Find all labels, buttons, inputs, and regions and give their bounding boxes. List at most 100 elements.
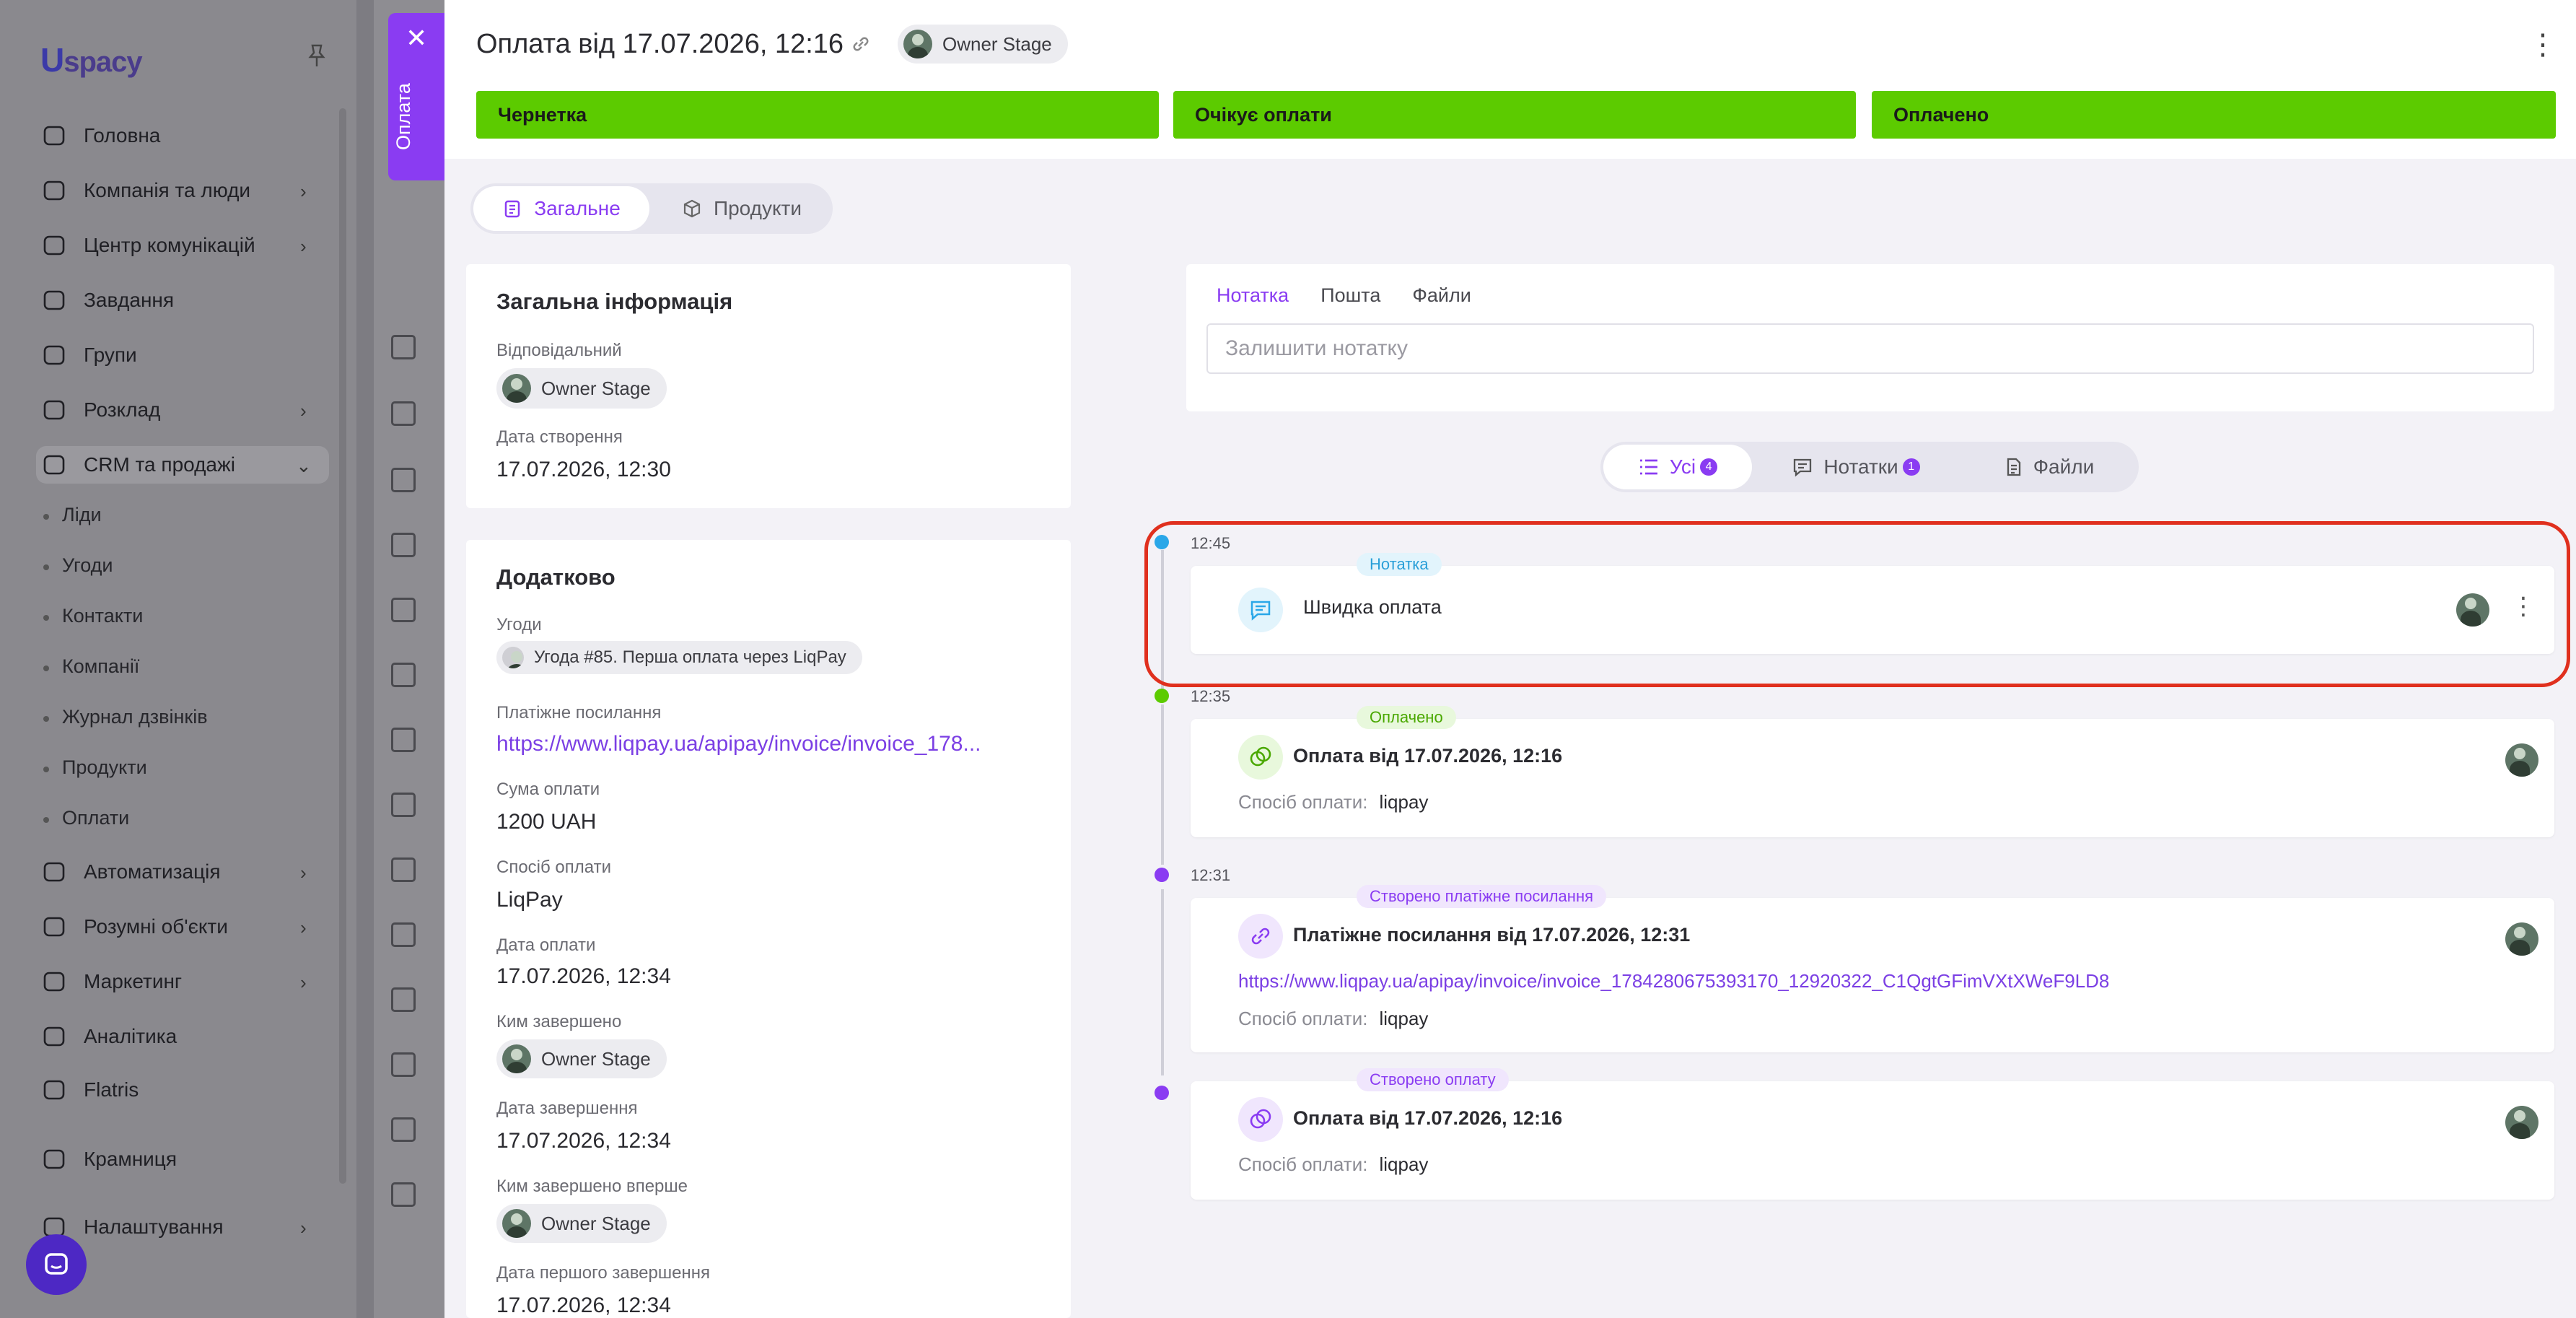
tab-files[interactable]: Файли (1412, 284, 1471, 306)
completed-date: 17.07.2026, 12:34 (496, 1129, 671, 1153)
row-checkbox[interactable] (391, 533, 416, 557)
file-icon (2007, 458, 2020, 476)
deal-chip[interactable]: Угода #85. Перша оплата через LiqPay (496, 641, 862, 674)
entry-tag: Створено оплату (1357, 1068, 1509, 1091)
timeline-entry[interactable]: Оплачено Оплата від 17.07.2026, 12:16 Сп… (1191, 706, 2554, 837)
drawer-side-tab[interactable]: ✕ Оплата (388, 13, 444, 180)
first-completed-by-name: Owner Stage (541, 1212, 651, 1234)
stage-paid[interactable]: Оплачено (1872, 91, 2556, 139)
created-date: 17.07.2026, 12:30 (496, 458, 671, 481)
sidebar-item[interactable]: Крамниця (40, 1140, 177, 1178)
responsible-chip[interactable]: Owner Stage (496, 368, 667, 409)
row-checkbox[interactable] (391, 1117, 416, 1142)
sidebar-subitem[interactable]: Журнал дзвінків (43, 706, 208, 728)
sidebar-item[interactable]: Головна (40, 117, 160, 154)
chat-icon (45, 1253, 68, 1275)
sidebar-item-label: Розумні об'єкти (84, 915, 228, 938)
sidebar-subitem[interactable]: Оплати (43, 807, 129, 829)
filter-files-label: Файли (2033, 455, 2095, 478)
deal-name: Угода #85. Перша оплата через LiqPay (534, 647, 846, 667)
row-checkbox[interactable] (391, 793, 416, 817)
company-icon (40, 177, 68, 204)
filter-all-label: Усі (1669, 455, 1696, 478)
row-checkbox[interactable] (391, 663, 416, 687)
sidebar-scrollbar[interactable] (339, 108, 346, 1184)
automation-icon (40, 858, 68, 886)
note-icon (1794, 458, 1812, 477)
row-checkbox[interactable] (391, 857, 416, 882)
sidebar-subitem[interactable]: Компанії (43, 655, 139, 678)
method-value: liqpay (1379, 1153, 1429, 1175)
note-placeholder: Залишити нотатку (1225, 336, 1408, 360)
entry-link[interactable]: https://www.liqpay.ua/apipay/invoice/inv… (1238, 970, 2109, 992)
sidebar-subitem[interactable]: Угоди (43, 554, 113, 577)
timeline-entry[interactable]: Створено оплату Оплата від 17.07.2026, 1… (1191, 1068, 2554, 1200)
tab-note[interactable]: Нотатка (1217, 284, 1289, 306)
field-label: Ким завершено вперше (496, 1177, 688, 1196)
sidebar-item[interactable]: Розумні об'єкти › (40, 908, 307, 946)
tab-general[interactable]: Загальне (473, 186, 649, 231)
link-icon (1238, 914, 1283, 959)
field-label: Відповідальний (496, 341, 622, 360)
tasks-icon (40, 287, 68, 314)
field-label: Спосіб оплати (496, 857, 611, 877)
stage-draft[interactable]: Чернетка (476, 91, 1159, 139)
sidebar-item[interactable]: Аналітика (40, 1018, 177, 1055)
payment-link[interactable]: https://www.liqpay.ua/apipay/invoice/inv… (496, 732, 1045, 756)
avatar (502, 1209, 531, 1238)
sidebar-subitem[interactable]: Ліди (43, 504, 102, 526)
owner-chip[interactable]: Owner Stage (898, 25, 1068, 64)
row-checkbox[interactable] (391, 987, 416, 1012)
sidebar-item[interactable]: Компанія та люди › (40, 172, 307, 209)
timeline-dot (1155, 1086, 1169, 1100)
sidebar-subitem[interactable]: Продукти (43, 756, 147, 779)
link-icon[interactable] (850, 33, 872, 55)
pin-icon[interactable] (306, 43, 328, 68)
field-label: Дата завершення (496, 1099, 638, 1118)
field-label: Угоди (496, 615, 542, 634)
row-checkbox[interactable] (391, 728, 416, 752)
row-checkbox[interactable] (391, 922, 416, 947)
payment-method: LiqPay (496, 888, 563, 912)
entry-title: Оплата від 17.07.2026, 12:16 (1293, 1107, 1563, 1129)
app-logo[interactable]: Uspacy (40, 40, 143, 79)
first-completed-by-chip[interactable]: Owner Stage (496, 1204, 667, 1243)
chat-button[interactable] (26, 1234, 87, 1295)
sidebar-subitem[interactable]: Контакти (43, 605, 143, 627)
row-checkbox[interactable] (391, 401, 416, 426)
more-menu-icon[interactable]: ⋮ (2528, 30, 2557, 59)
row-checkbox[interactable] (391, 598, 416, 622)
sidebar-item[interactable]: Групи (40, 336, 137, 374)
sidebar-item[interactable]: Центр комунікацій › (40, 227, 307, 264)
entry-tag: Створено платіжне посилання (1357, 885, 1607, 908)
marketing-icon (40, 968, 68, 995)
timeline-entry[interactable]: Створено платіжне посилання Платіжне пос… (1191, 885, 2554, 1052)
sidebar-item-label: Автоматизація (84, 860, 221, 883)
tab-mail[interactable]: Пошта (1320, 284, 1380, 306)
row-checkbox[interactable] (391, 1182, 416, 1207)
timeline-dot (1155, 689, 1169, 703)
groups-icon (40, 341, 68, 369)
filter-notes[interactable]: Нотатки 1 (1768, 445, 1944, 489)
sidebar-item[interactable]: Маркетинг › (40, 963, 307, 1000)
avatar (502, 1044, 531, 1073)
row-checkbox[interactable] (391, 1052, 416, 1077)
composer-tabs: Нотатка Пошта Файли (1217, 284, 1503, 307)
row-checkbox[interactable] (391, 335, 416, 359)
tab-products[interactable]: Продукти (655, 186, 828, 231)
stage-awaiting-payment[interactable]: Очікує оплати (1173, 91, 1856, 139)
sidebar-item[interactable]: Завдання (40, 282, 174, 319)
note-input[interactable]: Залишити нотатку (1206, 323, 2534, 374)
filter-files[interactable]: Файли (1977, 445, 2121, 489)
entry-method: Спосіб оплати: liqpay (1238, 791, 1428, 813)
home-icon (40, 122, 68, 149)
completed-by-name: Owner Stage (541, 1047, 651, 1070)
completed-by-chip[interactable]: Owner Stage (496, 1039, 667, 1078)
sidebar-item[interactable]: Flatris (40, 1071, 139, 1109)
sidebar-item[interactable]: Автоматизація › (40, 853, 307, 891)
general-info-card: Загальна інформація Відповідальний Owner… (466, 264, 1071, 508)
sidebar-item[interactable]: Розклад › (40, 391, 307, 429)
row-checkbox[interactable] (391, 468, 416, 492)
sidebar-item[interactable]: CRM та продажі ⌄ (36, 446, 329, 484)
filter-all[interactable]: Усі 4 (1603, 445, 1752, 489)
